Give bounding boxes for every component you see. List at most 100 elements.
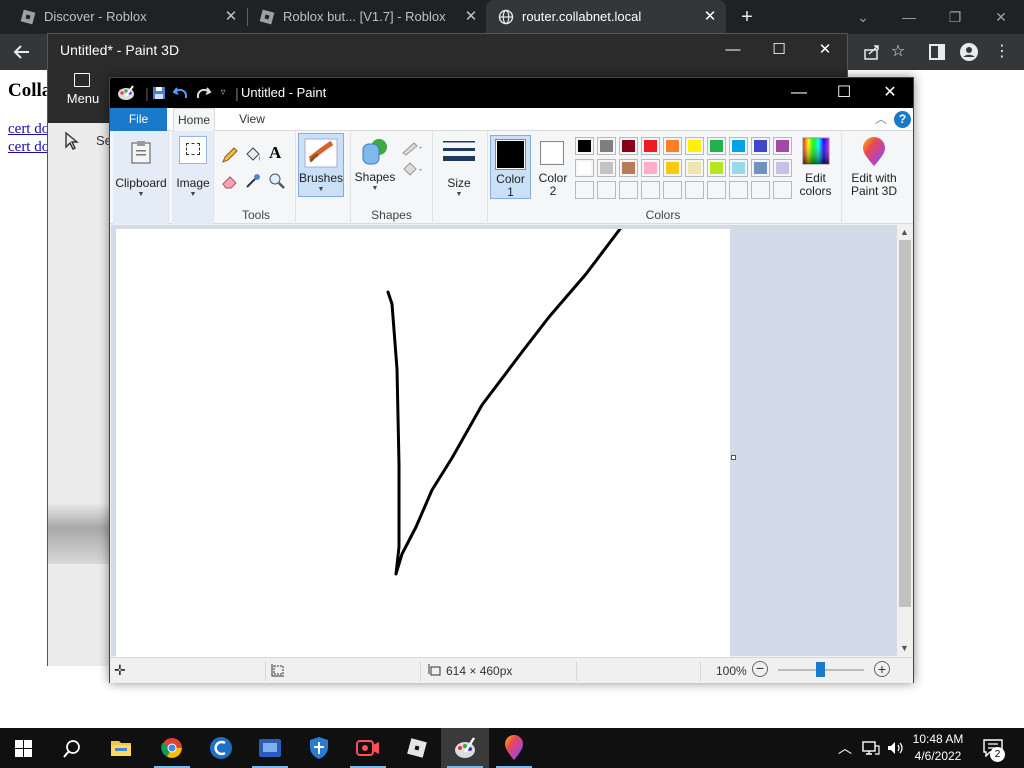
browser-tab[interactable]: Discover - Roblox ✕ xyxy=(0,0,246,34)
zoom-slider-thumb[interactable] xyxy=(816,662,825,677)
palette-swatch[interactable] xyxy=(575,137,594,155)
search-button[interactable] xyxy=(48,728,96,768)
eraser-icon[interactable] xyxy=(220,171,240,191)
tab-search-icon[interactable]: ⌄ xyxy=(852,6,874,28)
palette-custom-slot[interactable] xyxy=(685,181,704,199)
tab-view[interactable]: View xyxy=(232,108,272,131)
taskbar-paint[interactable] xyxy=(441,728,489,768)
taskbar-screen-recorder[interactable] xyxy=(344,728,392,768)
palette-swatch[interactable] xyxy=(729,137,748,155)
side-panel-icon[interactable] xyxy=(926,41,948,63)
image-button[interactable]: Image ▼ xyxy=(174,133,212,219)
collapse-ribbon-icon[interactable]: ︿ xyxy=(875,110,887,127)
palette-swatch[interactable] xyxy=(575,159,594,177)
palette-swatch[interactable] xyxy=(619,159,638,177)
palette-custom-slot[interactable] xyxy=(663,181,682,199)
browser-tab-active[interactable]: router.collabnet.local ✕ xyxy=(486,0,726,34)
help-icon[interactable]: ? xyxy=(894,111,911,128)
edit-colors-button[interactable]: Edit colors xyxy=(798,135,833,199)
edit-with-paint3d-button[interactable]: Edit with Paint 3D xyxy=(844,135,904,199)
clipboard-button[interactable]: Clipboard ▼ xyxy=(115,133,167,219)
taskbar-paint3d[interactable] xyxy=(490,728,538,768)
color1-button[interactable]: Color 1 xyxy=(490,135,531,199)
show-hidden-icons-icon[interactable]: ︿ xyxy=(838,738,852,758)
palette-swatch[interactable] xyxy=(619,137,638,155)
zoom-out-icon[interactable]: − xyxy=(752,661,768,677)
close-tab-icon[interactable]: ✕ xyxy=(462,8,480,26)
palette-custom-slot[interactable] xyxy=(773,181,792,199)
share-icon[interactable] xyxy=(861,41,883,63)
network-icon[interactable] xyxy=(862,740,880,756)
windows-start-button[interactable] xyxy=(0,728,48,768)
palette-swatch[interactable] xyxy=(707,137,726,155)
restore-icon[interactable]: ❐ xyxy=(944,6,966,28)
system-clock[interactable]: 10:48 AM 4/6/2022 xyxy=(906,731,970,765)
paint3d-menu-button[interactable]: Menu xyxy=(48,67,118,123)
palette-swatch[interactable] xyxy=(707,159,726,177)
magnifier-icon[interactable] xyxy=(267,171,287,191)
redo-icon[interactable] xyxy=(194,84,212,102)
palette-swatch[interactable] xyxy=(685,137,704,155)
drawing-canvas[interactable] xyxy=(116,229,730,657)
fill-bucket-icon[interactable] xyxy=(243,145,263,165)
taskbar-chrome[interactable] xyxy=(148,728,196,768)
volume-icon[interactable] xyxy=(886,740,904,756)
minimize-icon[interactable]: — xyxy=(787,82,811,104)
bookmark-star-icon[interactable]: ☆ xyxy=(887,41,909,63)
page-link[interactable]: cert do xyxy=(8,121,49,138)
more-menu-icon[interactable]: ⋮ xyxy=(991,41,1013,63)
close-window-icon[interactable]: ✕ xyxy=(990,6,1012,28)
palette-custom-slot[interactable] xyxy=(707,181,726,199)
profile-avatar-icon[interactable] xyxy=(958,41,980,63)
palette-custom-slot[interactable] xyxy=(641,181,660,199)
pencil-icon[interactable] xyxy=(220,145,240,165)
close-icon[interactable]: ✕ xyxy=(814,39,836,61)
browser-tab[interactable]: Roblox but... [V1.7] - Roblox ✕ xyxy=(248,0,486,34)
paint-app-icon[interactable] xyxy=(117,84,135,102)
taskbar-remote-desktop[interactable] xyxy=(246,728,294,768)
palette-custom-slot[interactable] xyxy=(751,181,770,199)
canvas-resize-handle[interactable] xyxy=(731,455,736,460)
palette-swatch[interactable] xyxy=(597,137,616,155)
taskbar-ccleaner[interactable] xyxy=(197,728,245,768)
palette-custom-slot[interactable] xyxy=(597,181,616,199)
palette-swatch[interactable] xyxy=(751,159,770,177)
fill-icon[interactable] xyxy=(400,161,424,179)
vertical-scrollbar[interactable]: ▲ ▼ xyxy=(897,225,913,656)
save-icon[interactable] xyxy=(150,84,168,102)
close-tab-icon[interactable]: ✕ xyxy=(222,8,240,26)
outline-icon[interactable] xyxy=(400,139,424,157)
taskbar-file-explorer[interactable] xyxy=(97,728,145,768)
tab-home[interactable]: Home xyxy=(173,108,215,132)
palette-swatch[interactable] xyxy=(597,159,616,177)
page-link[interactable]: cert do xyxy=(8,139,49,156)
taskbar-security[interactable] xyxy=(295,728,343,768)
palette-custom-slot[interactable] xyxy=(729,181,748,199)
palette-swatch[interactable] xyxy=(729,159,748,177)
shapes-button[interactable]: Shapes ▼ xyxy=(353,133,397,197)
brushes-button[interactable]: Brushes ▼ xyxy=(298,133,344,197)
palette-swatch[interactable] xyxy=(773,137,792,155)
palette-custom-slot[interactable] xyxy=(619,181,638,199)
close-tab-icon[interactable]: ✕ xyxy=(701,8,719,26)
palette-swatch[interactable] xyxy=(773,159,792,177)
zoom-in-icon[interactable]: + xyxy=(874,661,890,677)
minimize-icon[interactable]: — xyxy=(722,39,744,61)
size-button[interactable]: Size ▼ xyxy=(435,133,483,198)
maximize-icon[interactable]: ☐ xyxy=(768,39,790,61)
tab-file[interactable]: File xyxy=(110,108,167,131)
palette-custom-slot[interactable] xyxy=(575,181,594,199)
undo-icon[interactable] xyxy=(172,84,190,102)
color-picker-icon[interactable] xyxy=(243,171,263,191)
scroll-down-icon[interactable]: ▼ xyxy=(900,643,909,653)
scroll-up-icon[interactable]: ▲ xyxy=(900,227,909,237)
palette-swatch[interactable] xyxy=(663,137,682,155)
palette-swatch[interactable] xyxy=(641,137,660,155)
close-icon[interactable]: ✕ xyxy=(878,82,902,104)
color2-button[interactable]: Color 2 xyxy=(534,135,572,199)
palette-swatch[interactable] xyxy=(685,159,704,177)
text-tool-icon[interactable]: A xyxy=(269,143,281,163)
taskbar-roblox[interactable] xyxy=(393,728,441,768)
palette-swatch[interactable] xyxy=(641,159,660,177)
select-cursor-icon[interactable] xyxy=(62,131,82,151)
